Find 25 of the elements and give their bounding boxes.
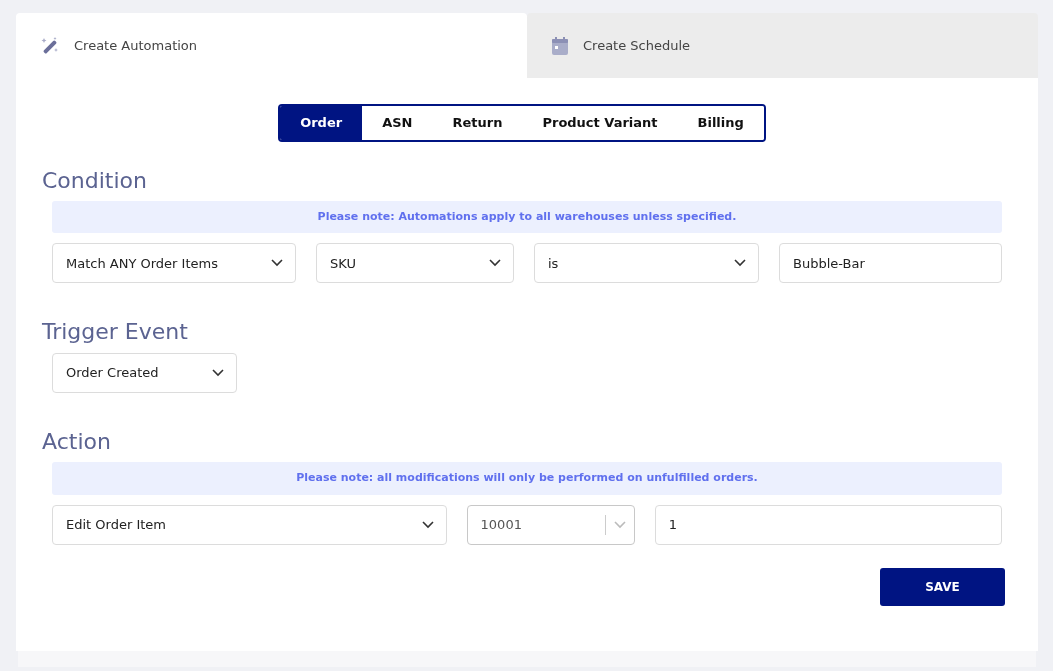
magic-wand-icon [40, 35, 60, 56]
dropdown[interactable]: Match ANY Order Items [52, 243, 296, 284]
chevron-down-icon [489, 259, 501, 268]
chevron-down-icon [734, 259, 746, 268]
input-field[interactable]: 1 [654, 504, 1002, 545]
section-heading: Condition [42, 167, 148, 194]
section-heading: Action [42, 428, 112, 456]
chevron-down-icon [613, 520, 626, 529]
dropdown[interactable]: Edit Order Item [52, 504, 447, 545]
chevron-down-icon [212, 368, 224, 377]
calendar-icon [551, 35, 569, 56]
dropdown[interactable]: is [534, 243, 759, 284]
tab[interactable]: Create Schedule [527, 13, 1038, 78]
dropdown[interactable]: Order Created [52, 352, 237, 393]
segment-tab[interactable]: Order [280, 106, 363, 140]
info-note: Please note: Automations apply to all warehouses unless specified. [52, 200, 1002, 234]
input-field[interactable]: Bubble-Bar [779, 243, 1002, 284]
chevron-down-icon [271, 259, 283, 268]
section-heading: Trigger Event [42, 319, 189, 346]
save-button[interactable]: SAVE [880, 567, 1005, 606]
chevron-down-icon [421, 520, 434, 529]
combo-box[interactable]: 10001 [466, 504, 635, 545]
info-note: Please note: all modifications will only be performed on unfulfilled orders. [52, 462, 1002, 495]
tab[interactable]: Create Automation [16, 13, 527, 78]
dropdown[interactable]: SKU [316, 243, 514, 284]
